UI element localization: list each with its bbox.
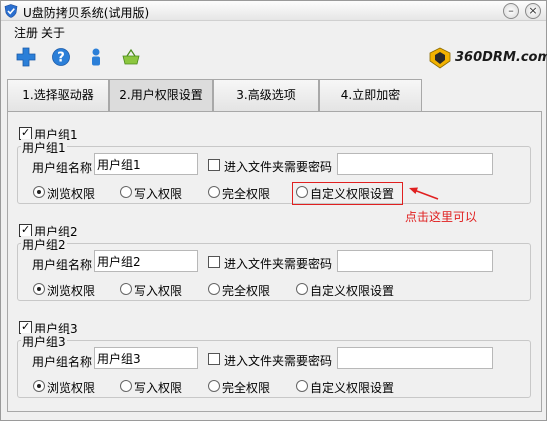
password-input[interactable] — [337, 347, 493, 369]
require-password-label: 进入文件夹需要密码 — [224, 160, 333, 174]
password-input[interactable] — [337, 153, 493, 175]
radio-dot — [296, 380, 308, 392]
menu-about[interactable]: 关于 — [41, 24, 65, 41]
arrow-left-icon — [409, 187, 439, 200]
group-box-title: 用户组2 — [21, 236, 67, 253]
tab-select-drive[interactable]: 1.选择驱动器 — [7, 79, 109, 111]
require-password-checkbox[interactable] — [208, 353, 220, 365]
checkmark-icon: ✓ — [21, 126, 31, 139]
radio-label: 完全权限 — [222, 187, 271, 201]
close-icon: × — [528, 4, 538, 17]
permissions-panel: ✓ 用户组1 用户组1 用户组名称 进入文件夹需要密码 浏览权限 写入权限 完全… — [7, 111, 542, 412]
menu-register[interactable]: 注册 — [14, 24, 38, 41]
menu-bar: 注册 关于 — [1, 22, 546, 40]
svg-text:?: ? — [57, 51, 65, 66]
help-icon[interactable]: ? — [51, 47, 71, 67]
group-name-label: 用户组名称 — [32, 355, 93, 369]
radio-label: 浏览权限 — [47, 187, 96, 201]
require-password-checkbox[interactable] — [208, 159, 220, 171]
checkmark-icon: ✓ — [21, 320, 31, 333]
radio-dot — [33, 186, 45, 198]
logo-icon — [429, 47, 451, 69]
radio-label: 完全权限 — [222, 284, 271, 298]
group-name-label: 用户组名称 — [32, 258, 93, 272]
radio-label: 自定义权限设置 — [310, 284, 395, 298]
radio-dot — [33, 380, 45, 392]
title-bar: U盘防拷贝系统(试用版) – × — [1, 1, 546, 21]
minimize-button[interactable]: – — [503, 3, 519, 19]
radio-dot — [208, 380, 220, 392]
user-group-3: ✓ 用户组3 用户组3 用户组名称 进入文件夹需要密码 浏览权限 写入权限 完全… — [8, 306, 543, 402]
tab-user-permissions[interactable]: 2.用户权限设置 — [109, 79, 213, 111]
radio-label: 写入权限 — [134, 284, 183, 298]
require-password-label: 进入文件夹需要密码 — [224, 354, 333, 368]
group-name-label: 用户组名称 — [32, 161, 93, 175]
group-box-title: 用户组1 — [21, 139, 67, 156]
radio-label: 完全权限 — [222, 381, 271, 395]
radio-dot — [120, 186, 132, 198]
checkmark-icon: ✓ — [21, 223, 31, 236]
brand-logo: 360DRM.com — [427, 46, 547, 70]
tab-encrypt-now[interactable]: 4.立即加密 — [319, 79, 422, 111]
group-box-title: 用户组3 — [21, 333, 67, 350]
password-input[interactable] — [337, 250, 493, 272]
logo-text: 360DRM.com — [455, 50, 547, 65]
minimize-icon: – — [508, 4, 514, 17]
radio-label: 写入权限 — [134, 187, 183, 201]
add-icon[interactable] — [16, 47, 36, 67]
radio-label: 写入权限 — [134, 381, 183, 395]
radio-dot — [33, 283, 45, 295]
group-name-input[interactable] — [94, 153, 198, 175]
basket-icon[interactable] — [121, 47, 141, 67]
tab-advanced-options[interactable]: 3.高级选项 — [213, 79, 319, 111]
tab-strip: 1.选择驱动器 2.用户权限设置 3.高级选项 4.立即加密 — [7, 79, 427, 111]
toolbar: ? 360DRM.com — [1, 41, 547, 75]
radio-dot — [208, 283, 220, 295]
group-name-input[interactable] — [94, 250, 198, 272]
user-group-1: ✓ 用户组1 用户组1 用户组名称 进入文件夹需要密码 浏览权限 写入权限 完全… — [8, 112, 543, 208]
radio-label: 浏览权限 — [47, 381, 96, 395]
radio-label: 浏览权限 — [47, 284, 96, 298]
highlight-box — [292, 182, 403, 205]
radio-label: 自定义权限设置 — [310, 381, 395, 395]
radio-dot — [296, 283, 308, 295]
radio-dot — [120, 283, 132, 295]
shield-check-icon — [4, 4, 18, 18]
user-icon[interactable] — [86, 47, 106, 67]
close-button[interactable]: × — [525, 3, 541, 19]
group-name-input[interactable] — [94, 347, 198, 369]
radio-dot — [120, 380, 132, 392]
app-window: U盘防拷贝系统(试用版) – × 注册 关于 ? 360DRM.com 1.选择… — [0, 0, 547, 421]
require-password-checkbox[interactable] — [208, 256, 220, 268]
radio-dot — [208, 186, 220, 198]
require-password-label: 进入文件夹需要密码 — [224, 257, 333, 271]
window-title: U盘防拷贝系统(试用版) — [23, 6, 150, 20]
hint-annotation: 点击这里可以 — [405, 210, 478, 224]
